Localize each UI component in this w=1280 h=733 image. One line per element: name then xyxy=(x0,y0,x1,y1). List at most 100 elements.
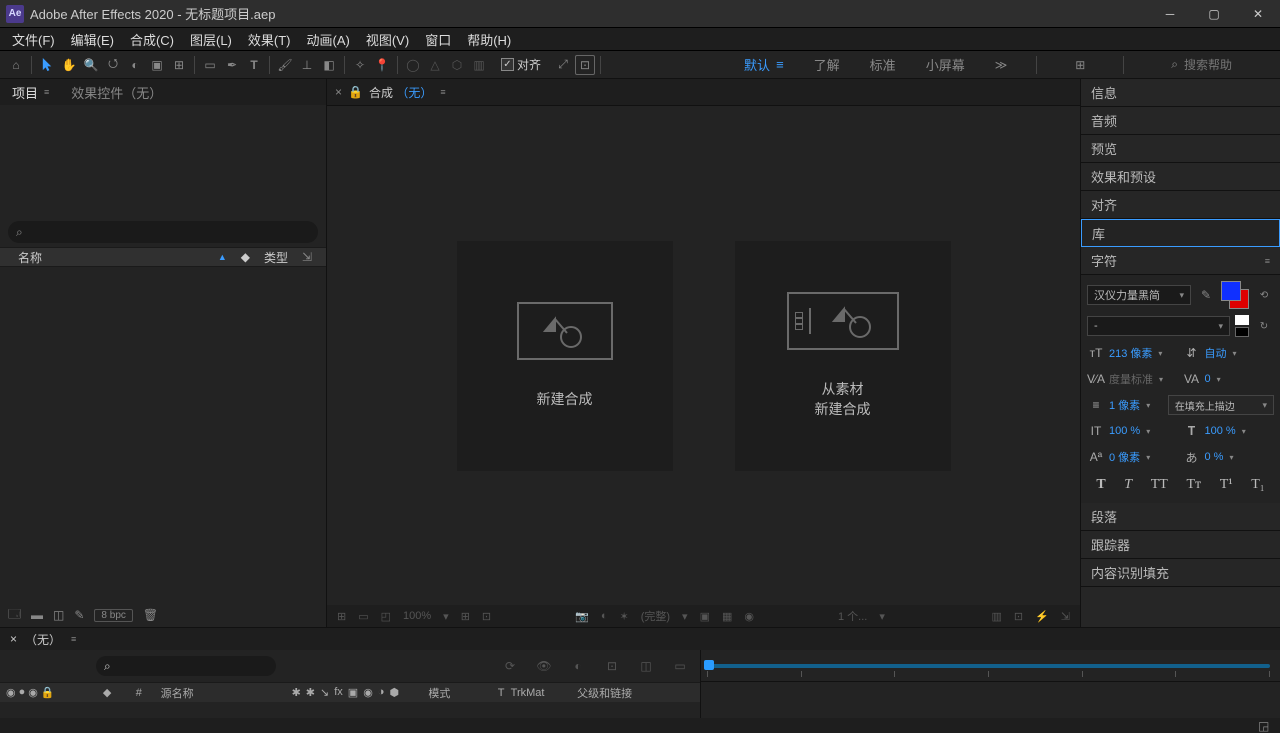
bold-btn[interactable]: T xyxy=(1096,477,1105,493)
eraser-tool[interactable]: ◧ xyxy=(319,55,339,75)
panel-preview[interactable]: 预览 xyxy=(1081,135,1280,163)
orbit-tool[interactable]: ⭯ xyxy=(103,55,123,75)
grid-icon[interactable]: ⊞ xyxy=(461,610,470,623)
fast-icon[interactable]: ⚡ xyxy=(1035,610,1049,623)
hand-tool[interactable]: ✋ xyxy=(59,55,79,75)
panel-effects-presets[interactable]: 效果和预设 xyxy=(1081,163,1280,191)
comp-tab-label[interactable]: 合成 （无） xyxy=(369,84,432,101)
adjust-icon[interactable]: ✎ xyxy=(74,608,84,622)
panel-libraries[interactable]: 库 xyxy=(1081,219,1280,247)
pan-behind-tool[interactable]: ⊞ xyxy=(169,55,189,75)
menu-edit[interactable]: 编辑(E) xyxy=(63,28,122,51)
italic-btn[interactable]: T xyxy=(1124,477,1132,493)
transparency-icon[interactable]: ▦ xyxy=(722,610,732,623)
res-icon[interactable]: ▭ xyxy=(358,610,368,623)
tl-shy-icon[interactable]: 👁 xyxy=(534,656,554,676)
tsume-val[interactable]: 0 % xyxy=(1205,451,1224,463)
timecode-icon[interactable]: ▥ xyxy=(991,610,1001,623)
channel-icon[interactable]: ◐ xyxy=(601,610,608,622)
swap-colors-icon[interactable]: ⟲ xyxy=(1254,285,1274,305)
new-from-footage-button[interactable]: 从素材 新建合成 xyxy=(735,241,951,471)
mask-icon[interactable]: ◰ xyxy=(381,610,391,623)
search-help[interactable]: ⌕ xyxy=(1171,57,1274,72)
brush-tool[interactable]: 🖌 xyxy=(275,55,295,75)
comp-tab-menu[interactable]: ≡ xyxy=(440,87,445,97)
stroke-width-val[interactable]: 1 像素 xyxy=(1109,397,1140,413)
tl-col-mode[interactable]: 模式 xyxy=(422,685,491,701)
hscale-val[interactable]: 100 % xyxy=(1205,425,1236,437)
flow-icon[interactable]: ⇲ xyxy=(1061,610,1070,623)
tl-graph-icon[interactable]: ⟳ xyxy=(500,656,520,676)
mini-swatches[interactable] xyxy=(1235,315,1249,337)
menu-file[interactable]: 文件(F) xyxy=(4,28,63,51)
tag-icon[interactable]: ◆ xyxy=(241,250,250,264)
tl-col-parent[interactable]: 父级和链接 xyxy=(571,685,700,701)
tl-tab-close[interactable]: × xyxy=(10,632,17,646)
roto-tool[interactable]: ✧ xyxy=(350,55,370,75)
minimize-button[interactable]: ─ xyxy=(1148,0,1192,28)
aux-tool-2[interactable]: △ xyxy=(425,55,445,75)
ws-small[interactable]: 小屏幕 xyxy=(926,55,965,74)
snap-toggle[interactable]: ✓ 对齐 xyxy=(501,56,541,73)
menu-composition[interactable]: 合成(C) xyxy=(122,28,182,51)
allcaps-btn[interactable]: TT xyxy=(1151,477,1168,493)
subscript-btn[interactable]: T₁ xyxy=(1251,477,1264,493)
zoom-value[interactable]: 100% xyxy=(403,610,431,622)
font-family-dd[interactable]: 汉仪力量黑简▾ xyxy=(1087,285,1191,305)
leading-val[interactable]: 自动 xyxy=(1205,345,1227,361)
ws-edit-icon[interactable]: ⊞ xyxy=(1070,55,1090,75)
snapshot-icon[interactable]: 📷 xyxy=(575,610,589,623)
panel-content-aware[interactable]: 内容识别填充 xyxy=(1081,559,1280,587)
menu-window[interactable]: 窗口 xyxy=(417,28,459,51)
project-list[interactable] xyxy=(0,267,326,603)
tl-col-trkmat[interactable]: T TrkMat xyxy=(492,687,571,699)
panel-character[interactable]: 字符≡ xyxy=(1081,247,1280,275)
snap-grid-icon[interactable]: ⊡ xyxy=(575,55,595,75)
kerning-val[interactable]: 度量标准 xyxy=(1109,371,1153,387)
panel-align[interactable]: 对齐 xyxy=(1081,191,1280,219)
tab-effect-controls[interactable]: 效果控件（无） xyxy=(71,83,162,102)
smallcaps-btn[interactable]: Tᴛ xyxy=(1186,477,1201,493)
menu-layer[interactable]: 图层(L) xyxy=(182,28,240,51)
ws-learn[interactable]: 了解 xyxy=(814,55,840,74)
rectangle-tool[interactable]: ▭ xyxy=(200,55,220,75)
trash-icon[interactable]: 🗑 xyxy=(143,608,158,622)
magnify-icon[interactable]: ⊞ xyxy=(337,610,346,623)
resolution-dd[interactable]: (完整) xyxy=(641,608,670,624)
type-tool[interactable]: T xyxy=(244,55,264,75)
maximize-button[interactable]: ▢ xyxy=(1192,0,1236,28)
font-style-dd[interactable]: -▾ xyxy=(1087,316,1230,336)
eyedropper-icon[interactable]: ✎ xyxy=(1196,285,1216,305)
home-icon[interactable]: ⌂ xyxy=(6,55,26,75)
tl-color-icon[interactable]: ◆ xyxy=(103,687,111,699)
tl-switches[interactable]: ✱✱↘fx▣◉◑⬢ xyxy=(284,686,423,699)
tl-frame-icon[interactable]: ▭ xyxy=(670,656,690,676)
tl-blur-icon[interactable]: ⊡ xyxy=(602,656,622,676)
camera-tool[interactable]: ▣ xyxy=(147,55,167,75)
tl-col-hash[interactable]: # xyxy=(123,687,155,699)
tl-switch-icon[interactable]: ◐ xyxy=(568,656,588,676)
pen-tool[interactable]: ✒ xyxy=(222,55,242,75)
view-layout[interactable]: 1 个... xyxy=(838,608,867,624)
aux-tool-3[interactable]: ⬡ xyxy=(447,55,467,75)
zoom-tool[interactable]: 🔍 xyxy=(81,55,101,75)
close-button[interactable]: ✕ xyxy=(1236,0,1280,28)
vscale-val[interactable]: 100 % xyxy=(1109,425,1140,437)
new-composition-button[interactable]: 新建合成 xyxy=(457,241,673,471)
menu-animation[interactable]: 动画(A) xyxy=(299,28,358,51)
panel-paragraph[interactable]: 段落 xyxy=(1081,503,1280,531)
tl-col-source[interactable]: 源名称 xyxy=(155,685,284,701)
tracking-val[interactable]: 0 xyxy=(1205,373,1211,385)
ws-default[interactable]: 默认≡ xyxy=(744,55,784,74)
rotate-tool[interactable]: ◐ xyxy=(125,55,145,75)
tab-project[interactable]: 项目≡ xyxy=(12,83,49,102)
ws-standard[interactable]: 标准 xyxy=(870,55,896,74)
col-type[interactable]: 类型 xyxy=(264,249,288,266)
menu-help[interactable]: 帮助(H) xyxy=(459,28,519,51)
comp-tab-close[interactable]: × xyxy=(335,85,342,99)
color-icon[interactable]: ✶ xyxy=(620,610,629,623)
aux-tool-1[interactable]: ◯ xyxy=(403,55,423,75)
tl-tab-label[interactable]: （无） xyxy=(25,631,61,648)
tl-av-switches[interactable]: ●◉🔒 xyxy=(0,686,91,699)
interpret-icon[interactable]: 🗔 xyxy=(8,605,21,626)
